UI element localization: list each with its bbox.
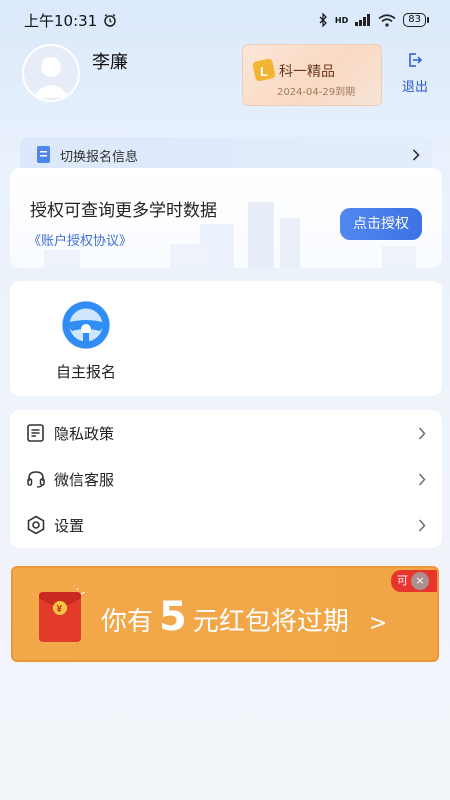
menu-label: 设置 <box>54 516 85 535</box>
battery-indicator: 83 <box>403 13 429 27</box>
logout-label: 退出 <box>401 80 428 95</box>
menu-item-privacy-policy[interactable]: 隐私政策 <box>10 410 442 456</box>
document-icon <box>37 146 50 163</box>
avatar[interactable] <box>22 44 80 102</box>
services-card: 自主报名 <box>10 281 442 396</box>
switch-label: 切换报名信息 <box>60 149 139 165</box>
network-type: HD <box>334 15 349 25</box>
steering-wheel-icon <box>62 301 110 349</box>
vip-badge-icon: L <box>252 58 276 82</box>
wifi-icon <box>378 13 396 27</box>
bluetooth-icon <box>319 13 327 27</box>
menu-label: 微信客服 <box>54 470 115 489</box>
red-envelope-icon: ¥ <box>39 588 85 642</box>
authorization-card: 授权可查询更多学时数据 《账户授权协议》 点击授权 <box>10 168 442 268</box>
svg-text:L: L <box>260 64 268 79</box>
svg-text:¥: ¥ <box>57 604 63 615</box>
auth-title: 授权可查询更多学时数据 <box>30 201 217 221</box>
alarm-icon <box>104 13 116 27</box>
chevron-right-icon <box>418 519 426 531</box>
default-avatar-icon <box>32 57 70 98</box>
service-self-registration[interactable]: 自主报名 <box>50 299 122 382</box>
service-label: 自主报名 <box>55 363 116 381</box>
hexagon-settings-icon <box>27 515 45 535</box>
vip-title: 科一精品 <box>279 64 335 80</box>
profile-header: 李廉 L 科一精品 2024-04-29到期 退出 <box>22 42 432 112</box>
menu-label: 隐私政策 <box>54 424 115 443</box>
signal-icon <box>355 14 371 26</box>
chevron-right-icon <box>412 149 420 161</box>
menu-item-wechat-service[interactable]: 微信客服 <box>10 456 442 502</box>
status-bar: 上午10:31 HD 83 <box>0 0 450 40</box>
red-packet-banner[interactable]: ¥ 你有 5 元红包将过期 > 可 × <box>11 566 439 662</box>
vip-expiry: 2024-04-29到期 <box>277 87 356 98</box>
promo-amount: 5 <box>159 594 187 640</box>
headset-icon <box>27 471 45 488</box>
status-left: 上午10:31 <box>24 10 117 31</box>
status-time: 上午10:31 <box>24 11 98 30</box>
status-right: HD 83 <box>318 13 429 27</box>
promo-prefix: 你有 <box>101 607 154 637</box>
agreement-link[interactable]: 《账户授权协议》 <box>28 230 132 249</box>
document-icon <box>27 424 44 442</box>
vip-card[interactable]: L 科一精品 2024-04-29到期 <box>242 44 382 106</box>
user-name: 李廉 <box>92 52 128 73</box>
chevron-right-icon <box>418 427 426 439</box>
menu-item-settings[interactable]: 设置 <box>10 502 442 548</box>
promo-suffix: 元红包将过期 <box>192 607 349 637</box>
logout-button[interactable]: 退出 <box>398 52 432 95</box>
authorize-button[interactable]: 点击授权 <box>340 208 422 240</box>
menu-card: 隐私政策 微信客服 设置 <box>10 410 442 548</box>
logout-icon <box>409 53 423 67</box>
promo-text: 你有 5 元红包将过期 > <box>101 594 387 640</box>
promo-arrow: > <box>368 611 388 636</box>
close-icon[interactable]: × <box>411 572 429 590</box>
chevron-right-icon <box>418 473 426 485</box>
